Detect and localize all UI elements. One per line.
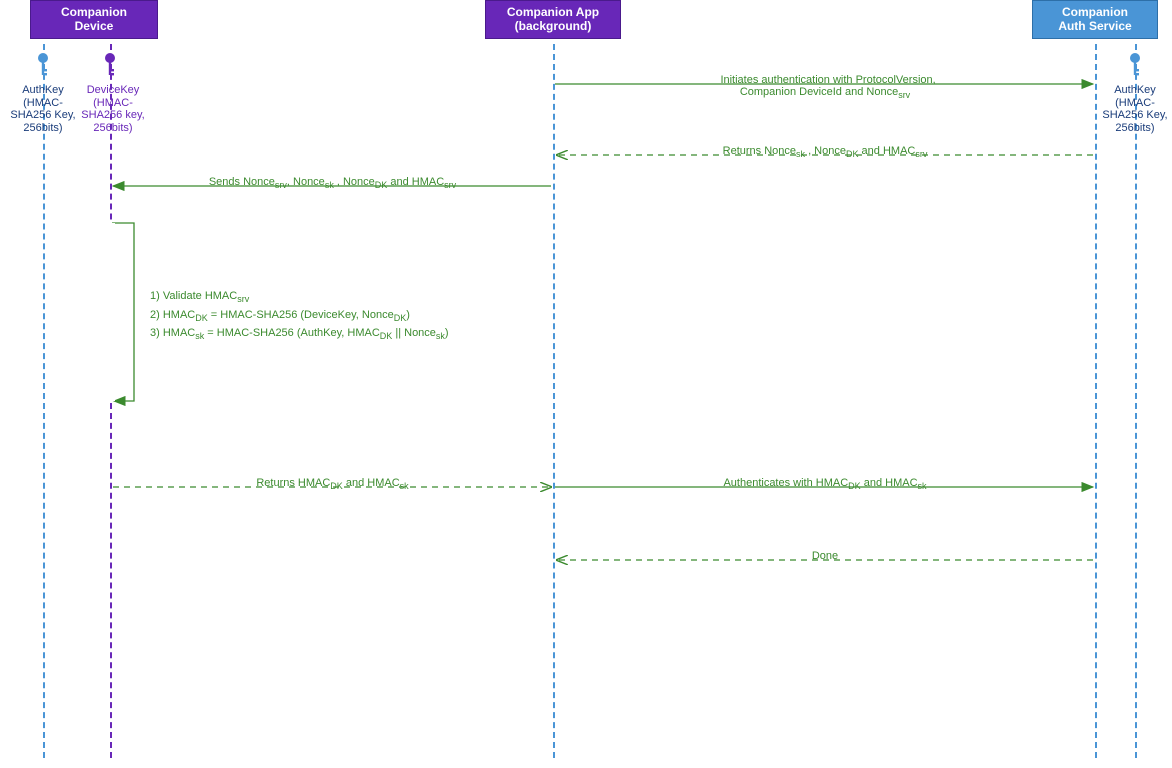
lifeline-authkey-left bbox=[43, 44, 45, 758]
sub: DK bbox=[846, 149, 859, 159]
step-3: 3) HMACsk = HMAC-SHA256 (AuthKey, HMACDK… bbox=[150, 325, 449, 344]
sub: srv bbox=[898, 90, 910, 100]
t: ) bbox=[406, 309, 410, 321]
sub: sk bbox=[436, 331, 445, 341]
step-2: 2) HMACDK = HMAC-SHA256 (DeviceKey, Nonc… bbox=[150, 307, 449, 326]
sub: DK bbox=[330, 481, 343, 491]
t: , Nonce bbox=[334, 176, 375, 188]
t: ) bbox=[445, 327, 449, 339]
msg-done: Done bbox=[560, 550, 1090, 562]
key-authkey-right: AuthKey (HMAC- SHA256 Key, 256bits) bbox=[1100, 84, 1170, 135]
msg-initiate: Initiates authentication with ProtocolVe… bbox=[560, 62, 1090, 100]
t: Authenticates with HMAC bbox=[723, 477, 848, 489]
msg-send-nonces: Sends Noncesrv, Noncesk , NonceDK and HM… bbox=[115, 176, 550, 190]
t: and HMAC bbox=[387, 176, 444, 188]
msg-return-nonces: Returns Noncesk , NonceDK and HMACsrv bbox=[560, 145, 1090, 159]
key-authkey-right-text: AuthKey (HMAC- SHA256 Key, 256bits) bbox=[1102, 84, 1167, 134]
sub: DK bbox=[195, 313, 208, 323]
msg-authenticates: Authenticates with HMACDK and HMACsk bbox=[560, 477, 1090, 491]
participant-service: Companion Auth Service bbox=[1032, 0, 1158, 39]
t: and HMAC bbox=[343, 477, 400, 489]
msg-return-hmacs: Returns HMACDK and HMACsk bbox=[115, 477, 550, 491]
lifeline-app bbox=[553, 44, 555, 758]
sub: srv bbox=[444, 180, 456, 190]
sub: sk bbox=[918, 481, 927, 491]
sub: sk bbox=[195, 331, 204, 341]
t: Sends Nonce bbox=[209, 176, 275, 188]
sub: sk bbox=[796, 149, 805, 159]
overlay-svg bbox=[0, 0, 1172, 768]
sub: sk bbox=[325, 180, 334, 190]
t: Returns Nonce bbox=[723, 145, 796, 157]
t: 2) HMAC bbox=[150, 309, 195, 321]
participant-app: Companion App (background) bbox=[485, 0, 621, 39]
key-devicekey: DeviceKey (HMAC- SHA256 key, 256bits) bbox=[77, 84, 149, 135]
key-authkey-left: AuthKey (HMAC- SHA256 Key, 256bits) bbox=[10, 84, 76, 135]
sub: sk bbox=[400, 481, 409, 491]
t: = HMAC-SHA256 (AuthKey, HMAC bbox=[204, 327, 380, 339]
sub: srv bbox=[915, 149, 927, 159]
sub: srv bbox=[275, 180, 287, 190]
sub: DK bbox=[848, 481, 861, 491]
key-devicekey-text: DeviceKey (HMAC- SHA256 key, 256bits) bbox=[81, 84, 144, 134]
t: and HMAC bbox=[859, 145, 916, 157]
self-steps: 1) Validate HMACsrv 2) HMACDK = HMAC-SHA… bbox=[150, 288, 449, 344]
lifeline-service bbox=[1095, 44, 1097, 758]
sub: srv bbox=[237, 294, 249, 304]
t: 3) HMAC bbox=[150, 327, 195, 339]
sub: DK bbox=[380, 331, 393, 341]
key-authkey-left-text: AuthKey (HMAC- SHA256 Key, 256bits) bbox=[10, 84, 75, 134]
step-1: 1) Validate HMACsrv bbox=[150, 288, 449, 307]
t: || Nonce bbox=[392, 327, 436, 339]
t: = HMAC-SHA256 (DeviceKey, Nonce bbox=[208, 309, 394, 321]
t: 1) Validate HMAC bbox=[150, 290, 237, 302]
t: Returns HMAC bbox=[256, 477, 330, 489]
sub: DK bbox=[394, 313, 407, 323]
t: and HMAC bbox=[861, 477, 918, 489]
t: , Nonce bbox=[287, 176, 325, 188]
lifeline-authkey-right bbox=[1135, 44, 1137, 758]
t: , Nonce bbox=[805, 145, 846, 157]
sub: DK bbox=[375, 180, 388, 190]
participant-device: Companion Device bbox=[30, 0, 158, 39]
lifeline-devicekey bbox=[110, 44, 112, 758]
